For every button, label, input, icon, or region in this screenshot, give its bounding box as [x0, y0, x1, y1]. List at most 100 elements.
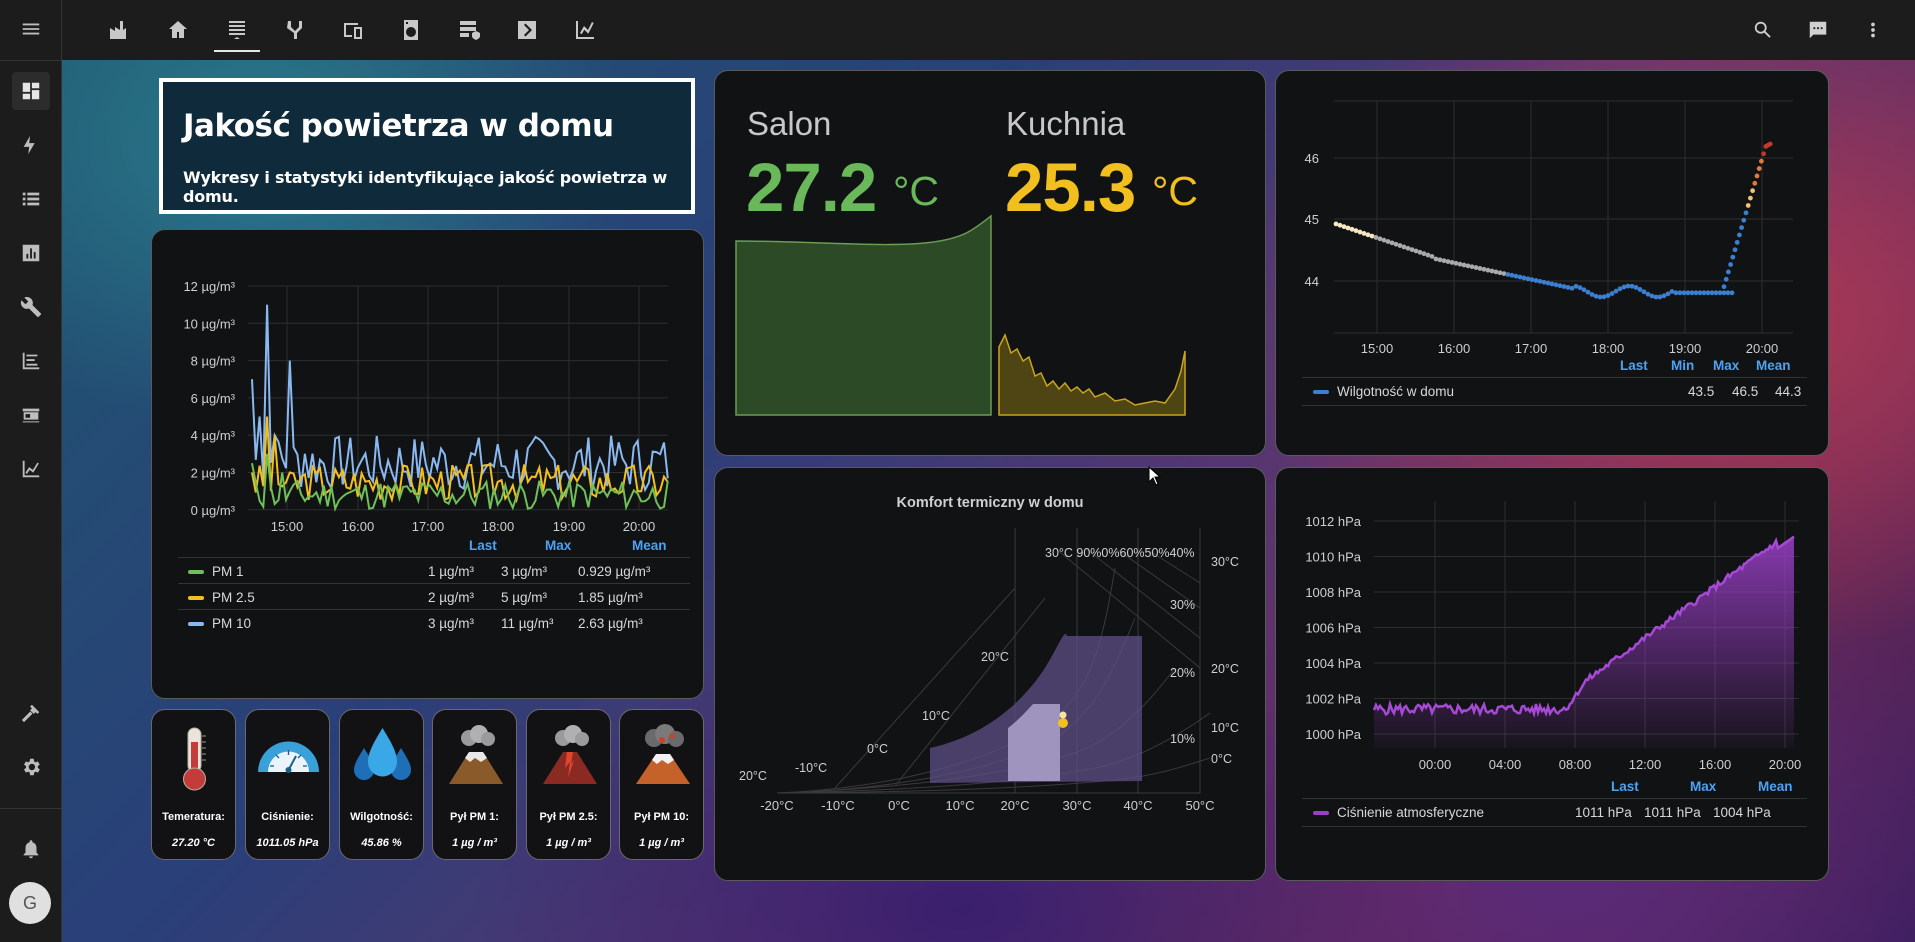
humidity-point: [1553, 282, 1559, 288]
hammer-icon[interactable]: [12, 694, 50, 732]
humidity-point: [1521, 275, 1527, 281]
col-header-mean: Mean: [1756, 358, 1791, 373]
humidity-point: [1649, 293, 1655, 299]
col-header-min: Min: [1671, 358, 1695, 373]
sensor-tile-pm10[interactable]: Pył PM 10: 1 µg / m³: [619, 709, 704, 860]
legend-min: 43.5: [1688, 384, 1715, 399]
sensor-value: 27.20 °C: [172, 837, 215, 849]
volcano-icon: [449, 725, 503, 784]
sensor-value: 1 µg / m³: [452, 837, 497, 849]
humidity-point: [1721, 284, 1727, 290]
legend-label: PM 1: [212, 564, 244, 579]
dashboard-icon[interactable]: [12, 72, 50, 110]
dots-vertical-icon: [1871, 22, 1875, 38]
humidity-point: [1469, 264, 1475, 270]
legend-row-pm10[interactable]: PM 10 3 µg/m³ 11 µg/m³ 2.63 µg/m³: [188, 616, 688, 631]
topbar: [62, 0, 1915, 60]
tab-appliances[interactable]: [388, 8, 434, 52]
x-axis-label: 16:00: [1438, 341, 1471, 356]
wrench-icon[interactable]: [12, 288, 50, 326]
humidity-point: [1505, 272, 1511, 277]
logbook-icon[interactable]: [12, 342, 50, 380]
bell-icon[interactable]: [12, 830, 50, 868]
pm-chart-card[interactable]: 12 µg/m³ 10 µg/m³ 8 µg/m³ 6 µg/m³ 4 µg/m³ 2 µ…: [151, 229, 704, 699]
sensor-value: 1011.05 hPa: [256, 837, 319, 849]
sensor-tile-humidity[interactable]: Wilgotność: 45.86 %: [339, 709, 424, 860]
pressure-gauge-icon: [258, 741, 319, 773]
x-axis-label: 15:00: [1361, 341, 1394, 356]
legend-row-pm25[interactable]: PM 2.5 2 µg/m³ 5 µg/m³ 1.85 µg/m³: [188, 590, 688, 605]
tab-factory[interactable]: [97, 8, 143, 52]
y-axis-label: 1004 hPa: [1305, 656, 1361, 671]
x-axis-label: 20°C: [1000, 798, 1030, 813]
humidity-point: [1489, 268, 1495, 274]
humidity-point: [1621, 284, 1627, 290]
humidity-point: [1433, 256, 1439, 262]
humidity-point: [1759, 158, 1764, 164]
humidity-point: [1497, 270, 1503, 276]
x-axis-label: 16:00: [342, 519, 375, 534]
sensor-tile-temperature[interactable]: Temeratura: 27.20 °C: [151, 709, 236, 860]
sensor-label: Ciśnienie:: [261, 811, 314, 823]
legend-row-pm1[interactable]: PM 1 1 µg/m³ 3 µg/m³ 0.929 µg/m³: [188, 564, 688, 579]
tab-devices[interactable]: [330, 8, 376, 52]
legend-mean: 2.63 µg/m³: [578, 616, 643, 631]
tab-charts[interactable]: [562, 8, 608, 52]
humidity-point: [1481, 266, 1487, 272]
thermal-comfort-card[interactable]: Komfort termiczny w domu -20°C -10°C 0°C 10…: [714, 467, 1266, 881]
pressure-chart-card[interactable]: 1012 hPa 1010 hPa 1008 hPa 1006 hPa 1004 hPa…: [1275, 467, 1829, 881]
tab-server[interactable]: [446, 8, 492, 52]
factory-icon: [110, 21, 126, 39]
x-axis-label: 20:00: [1746, 341, 1779, 356]
menu-icon[interactable]: [12, 10, 50, 48]
sensor-label: Temeratura:: [162, 811, 225, 823]
humidity-point: [1549, 281, 1555, 287]
humidity-chart: 46 45 44 15:00 16:00 17:00 18:00 19:00 20:00: [1305, 100, 1793, 356]
legend-swatch: [1313, 390, 1329, 395]
search-button[interactable]: [1745, 12, 1781, 48]
cog-icon[interactable]: [12, 748, 50, 786]
humidity-point: [1609, 291, 1615, 296]
humidity-point: [1741, 217, 1747, 223]
sensor-tile-pm25[interactable]: Pył PM 2.5: 1 µg / m³: [526, 709, 611, 860]
legend-row-pressure[interactable]: Ciśnienie atmosferyczne 1011 hPa 1011 hP…: [1313, 805, 1813, 820]
legend-label: Ciśnienie atmosferyczne: [1337, 805, 1485, 820]
humidity-point: [1517, 274, 1523, 280]
temperature-card[interactable]: Salon 27.2 °C Kuchnia 25.3 °C: [714, 70, 1266, 456]
overflow-menu-button[interactable]: [1855, 12, 1891, 48]
pressure-series-area: [1374, 536, 1794, 748]
legend-last: 2 µg/m³: [428, 590, 475, 605]
chart-bar-icon[interactable]: [12, 234, 50, 272]
assist-button[interactable]: [1800, 12, 1836, 48]
col-header-mean: Mean: [1758, 779, 1793, 794]
sensor-tile-pm1[interactable]: Pył PM 1: 1 µg / m³: [432, 709, 517, 860]
hacs-icon[interactable]: [12, 396, 50, 434]
humidity-point: [1756, 166, 1762, 171]
history-icon[interactable]: [12, 450, 50, 488]
humidity-point: [1752, 180, 1758, 186]
tab-pipes[interactable]: [272, 8, 318, 52]
y-axis-label: 44: [1305, 274, 1319, 289]
list-icon[interactable]: [12, 180, 50, 218]
legend-mean: 44.3: [1775, 384, 1802, 399]
sensor-tile-pressure[interactable]: Ciśnienie: 1011.05 hPa: [245, 709, 330, 860]
x-axis-label: 16:00: [1699, 757, 1732, 772]
page-subtitle: Wykresy i statystyki identyfikujące jako…: [183, 168, 668, 206]
humidity-point: [1437, 257, 1443, 263]
x-axis-label: 18:00: [1592, 341, 1625, 356]
legend-row-humidity[interactable]: Wilgotność w domu 43.5 46.5 44.3: [1313, 384, 1813, 399]
tab-air-quality[interactable]: [214, 8, 260, 52]
humidity-point: [1537, 278, 1543, 284]
curve-label: 20°C: [981, 650, 1009, 664]
tab-terminal[interactable]: [504, 8, 550, 52]
col-header-max: Max: [1713, 358, 1740, 373]
avatar[interactable]: G: [9, 882, 51, 924]
legend-last: 1011 hPa: [1575, 805, 1632, 820]
humidity-point: [1593, 293, 1599, 299]
humidity-chart-card[interactable]: 46 45 44 15:00 16:00 17:00 18:00 19:00 20:00 La…: [1275, 70, 1829, 456]
x-axis-label: 17:00: [1515, 341, 1548, 356]
lightning-icon[interactable]: [12, 126, 50, 164]
humidity-point: [1761, 151, 1766, 157]
tab-home[interactable]: [155, 8, 201, 52]
y-axis-label: 1008 hPa: [1305, 585, 1361, 600]
